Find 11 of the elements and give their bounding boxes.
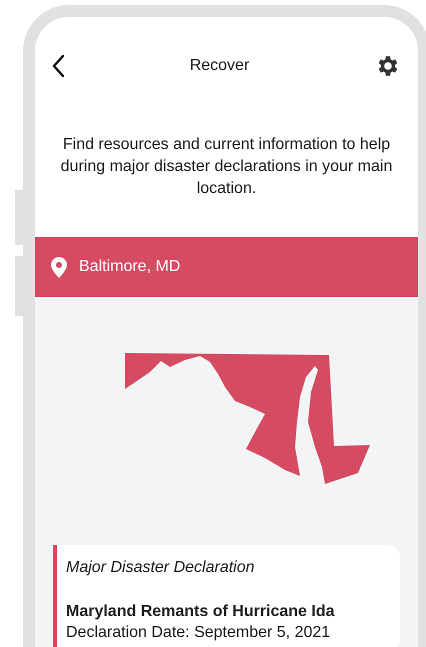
screen-title: Recover xyxy=(190,57,250,75)
declaration-date: Declaration Date: September 5, 2021 xyxy=(66,624,332,642)
declaration-card[interactable]: Major Disaster Declaration Maryland Remants of Hurricane Ida Declaration Date: September 5, 2021 xyxy=(53,545,400,647)
location-pin-icon xyxy=(51,256,67,278)
intro-text: Find resources and current information to help during major disaster declarations in your main location. xyxy=(60,135,394,199)
location-name: Baltimore, MD xyxy=(79,258,180,276)
back-button[interactable] xyxy=(51,54,65,78)
location-bar[interactable]: Baltimore, MD xyxy=(35,237,418,297)
chevron-left-icon xyxy=(51,54,65,78)
declaration-type: Major Disaster Declaration xyxy=(66,559,256,577)
declaration-title: Maryland Remants of Hurricane Ida xyxy=(66,603,336,621)
